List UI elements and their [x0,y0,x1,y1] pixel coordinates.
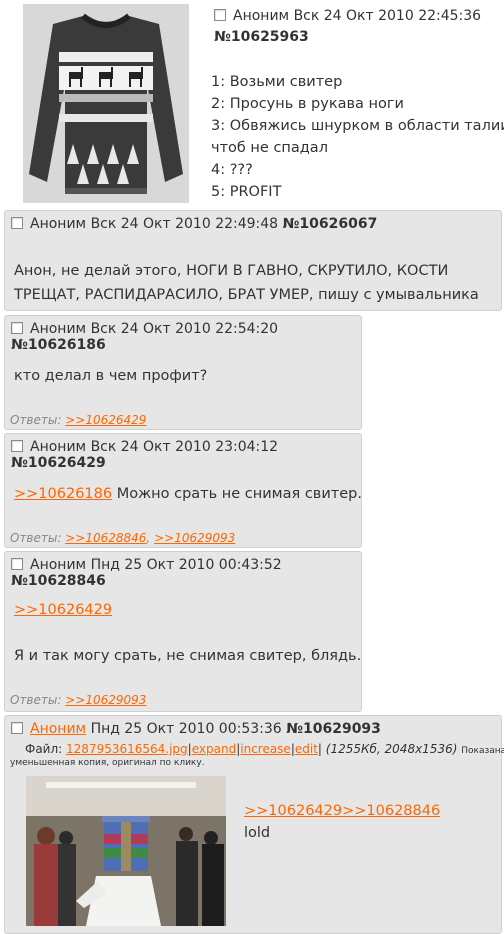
attached-image-thumbnail[interactable] [26,776,226,926]
answer-link[interactable]: >>10629093 [65,693,146,707]
quote-link[interactable]: >>10626186 [14,486,112,502]
op-line: 5: PROFIT [211,184,282,200]
message-line: Анон, не делай этого, НОГИ В ГАВНО, СКРУ… [14,263,449,279]
post-date: Пнд 25 Окт 2010 00:53:36 [90,721,282,737]
op-message: 1: Возьми свитер 2: Просунь в рукава ног… [211,71,504,203]
file-note-line: уменьшенная копия, оригинал по клику. [10,758,205,768]
post-select-checkbox[interactable] [214,9,226,21]
post-number[interactable]: №10626067 [283,216,378,232]
post-number[interactable]: №10625963 [214,29,309,45]
post-number[interactable]: №10629093 [286,721,381,737]
post-message: >>10626429 [14,598,112,622]
file-size-info: (1255Кб, 2048x1536) [325,742,458,756]
post-author: Аноним [233,8,290,24]
reply-post: Аноним Пнд 25 Окт 2010 00:43:52 №1062884… [4,551,362,712]
message-text: lold [244,825,271,841]
quote-link[interactable]: >>10626429 [14,602,112,618]
op-line: чтоб не спадал [211,140,328,156]
post-number[interactable]: №10626429 [11,455,106,471]
answers-separator: , [146,531,151,545]
post-date: Вск 24 Окт 2010 22:45:36 [293,8,482,24]
reply-post: Аноним Вск 24 Окт 2010 22:49:48 №1062606… [4,210,502,311]
post-answers: Ответы: >>10629093 [10,693,146,707]
file-note: Показана [461,746,504,756]
op-sweater-image[interactable] [23,4,189,203]
answer-link[interactable]: >>10628846 [65,531,146,545]
post-header: Аноним Вск 24 Окт 2010 23:04:12 №1062642… [11,439,361,471]
post-date: Вск 24 Окт 2010 23:04:12 [90,439,279,455]
op-line: 2: Просунь в рукава ноги [211,96,404,112]
op-header: Аноним Вск 24 Окт 2010 22:45:36 №1062596… [214,6,499,48]
message-line: ТРЕЩАТ, РАСПИДАРАСИЛО, БРАТ УМЕР, пишу с… [14,287,479,303]
post-select-checkbox[interactable] [11,722,23,734]
post-header: Аноним Вск 24 Окт 2010 22:54:20 №1062618… [11,321,361,353]
answers-label: Ответы: [10,693,62,707]
post-message: Анон, не делай этого, НОГИ В ГАВНО, СКРУ… [14,259,479,307]
post-author: Аноним [30,216,87,232]
post-number[interactable]: №10628846 [11,573,106,589]
answers-label: Ответы: [10,531,62,545]
post-header: Аноним Пнд 25 Окт 2010 00:53:36 №1062909… [11,721,381,737]
post-author: Аноним [30,557,87,573]
message-text: Я и так могу срать, не снимая свитер, бл… [14,648,362,664]
answer-link[interactable]: >>10626429 [65,413,146,427]
post-date: Вск 24 Окт 2010 22:54:20 [90,321,279,337]
op-post: Аноним Вск 24 Окт 2010 22:45:36 №1062596… [0,0,504,206]
post-select-checkbox[interactable] [11,440,23,452]
post-author: Аноним [30,321,87,337]
post-select-checkbox[interactable] [11,217,23,229]
answers-label: Ответы: [10,413,62,427]
reply-post: Аноним Вск 24 Окт 2010 23:04:12 №1062642… [4,433,362,548]
answer-link[interactable]: >>10629093 [154,531,235,545]
post-answers: Ответы: >>10626429 [10,413,146,427]
post-select-checkbox[interactable] [11,322,23,334]
file-label: Файл: [25,742,63,756]
op-line: 1: Возьми свитер [211,74,343,90]
post-message: >>10626429>>10628846 lold [244,800,440,844]
op-line: 4: ??? [211,162,253,178]
post-message: >>10626186 Можно срать не снимая свитер. [14,482,362,506]
post-answers: Ответы: >>10628846, >>10629093 [10,531,235,545]
post-header: Аноним Вск 24 Окт 2010 22:49:48 №1062606… [11,216,377,232]
file-name-link[interactable]: 1287953616564.jpg [66,742,188,756]
post-message: кто делал в чем профит? [14,368,208,384]
post-select-checkbox[interactable] [11,558,23,570]
reply-post: Аноним Вск 24 Окт 2010 22:54:20 №1062618… [4,315,362,430]
op-line: 3: Обвяжись шнурком в области талии [211,118,504,134]
file-edit-link[interactable]: edit [295,742,318,756]
post-author: Аноним [30,439,87,455]
message-text: Можно срать не снимая свитер. [112,486,362,502]
file-expand-link[interactable]: expand [192,742,236,756]
post-number[interactable]: №10626186 [11,337,106,353]
reply-post: Аноним Пнд 25 Окт 2010 00:53:36 №1062909… [4,715,504,934]
post-author-link[interactable]: Аноним [30,721,86,737]
file-increase-link[interactable]: increase [240,742,291,756]
file-info-line: Файл: 1287953616564.jpg|expand|increase|… [25,742,504,756]
post-date: Пнд 25 Окт 2010 00:43:52 [90,557,282,573]
post-date: Вск 24 Окт 2010 22:49:48 [90,216,279,232]
quote-link[interactable]: >>10626429>>10628846 [244,803,440,819]
post-header: Аноним Пнд 25 Окт 2010 00:43:52 №1062884… [11,557,361,589]
